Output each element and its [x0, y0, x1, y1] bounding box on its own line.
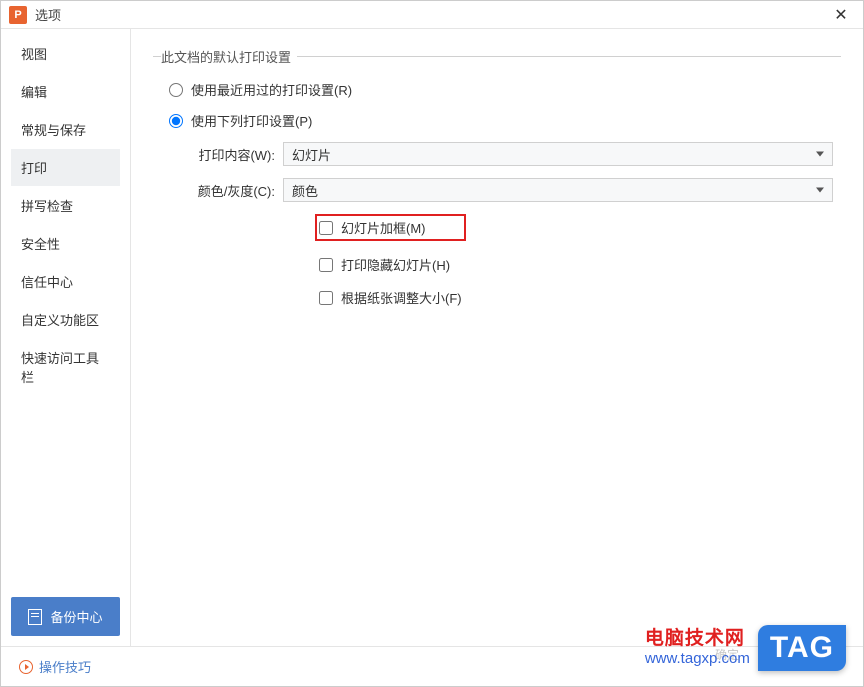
sidebar-item-label: 信任中心	[21, 275, 73, 290]
sidebar-item-general-save[interactable]: 常规与保存	[11, 111, 120, 148]
check-print-hidden[interactable]	[319, 258, 333, 272]
play-icon	[19, 660, 33, 674]
sidebar-item-quick-access[interactable]: 快速访问工具栏	[11, 339, 120, 395]
tips-link[interactable]: 操作技巧	[19, 657, 91, 676]
sidebar-item-security[interactable]: 安全性	[11, 225, 120, 262]
print-content-label: 打印内容(W):	[197, 145, 275, 164]
backup-label: 备份中心	[50, 607, 102, 626]
sidebar-item-label: 常规与保存	[21, 123, 86, 138]
color-grayscale-label: 颜色/灰度(C):	[197, 181, 275, 200]
sidebar-item-spellcheck[interactable]: 拼写检查	[11, 187, 120, 224]
sidebar-item-label: 视图	[21, 47, 47, 62]
color-grayscale-value: 颜色	[292, 181, 318, 200]
sidebar-item-label: 编辑	[21, 85, 47, 100]
print-content-value: 幻灯片	[292, 145, 331, 164]
sidebar-item-label: 快速访问工具栏	[21, 351, 99, 385]
ok-button-ghost: 确定	[715, 646, 739, 663]
chevron-down-icon	[816, 188, 824, 193]
sidebar-item-label: 自定义功能区	[21, 313, 99, 328]
check-slide-frame[interactable]	[319, 221, 333, 235]
check-frame-highlight: 幻灯片加框(M)	[315, 214, 466, 241]
backup-center-button[interactable]: 备份中心	[11, 597, 120, 636]
sidebar-item-customize-ribbon[interactable]: 自定义功能区	[11, 301, 120, 338]
sidebar: 视图 编辑 常规与保存 打印 拼写检查 安全性 信任中心 自定义功能区 快速访问…	[1, 29, 131, 646]
sidebar-item-view[interactable]: 视图	[11, 35, 120, 72]
document-icon	[28, 609, 42, 625]
window-title: 选项	[35, 5, 827, 24]
sidebar-item-label: 打印	[21, 161, 47, 176]
check-scale-to-paper-label[interactable]: 根据纸张调整大小(F)	[341, 288, 462, 307]
tips-label: 操作技巧	[39, 657, 91, 676]
radio-below-settings[interactable]	[169, 114, 183, 128]
sidebar-item-print[interactable]: 打印	[11, 149, 120, 186]
check-print-hidden-label[interactable]: 打印隐藏幻灯片(H)	[341, 255, 450, 274]
content-panel: 此文档的默认打印设置 使用最近用过的打印设置(R) 使用下列打印设置(P) 打印…	[131, 29, 863, 646]
color-grayscale-select[interactable]: 颜色	[283, 178, 833, 202]
check-scale-to-paper[interactable]	[319, 291, 333, 305]
group-title: 此文档的默认打印设置	[161, 47, 297, 66]
chevron-down-icon	[816, 152, 824, 157]
sidebar-item-trust-center[interactable]: 信任中心	[11, 263, 120, 300]
close-button[interactable]: ✕	[827, 3, 855, 27]
app-icon	[9, 6, 27, 24]
radio-below-label[interactable]: 使用下列打印设置(P)	[191, 111, 312, 130]
check-slide-frame-label[interactable]: 幻灯片加框(M)	[341, 218, 426, 237]
radio-recent-label[interactable]: 使用最近用过的打印设置(R)	[191, 80, 352, 99]
sidebar-item-label: 安全性	[21, 237, 60, 252]
sidebar-item-edit[interactable]: 编辑	[11, 73, 120, 110]
sidebar-item-label: 拼写检查	[21, 199, 73, 214]
print-settings-group: 此文档的默认打印设置 使用最近用过的打印设置(R) 使用下列打印设置(P) 打印…	[153, 47, 841, 329]
titlebar: 选项 ✕	[1, 1, 863, 29]
radio-recent-settings[interactable]	[169, 83, 183, 97]
print-content-select[interactable]: 幻灯片	[283, 142, 833, 166]
